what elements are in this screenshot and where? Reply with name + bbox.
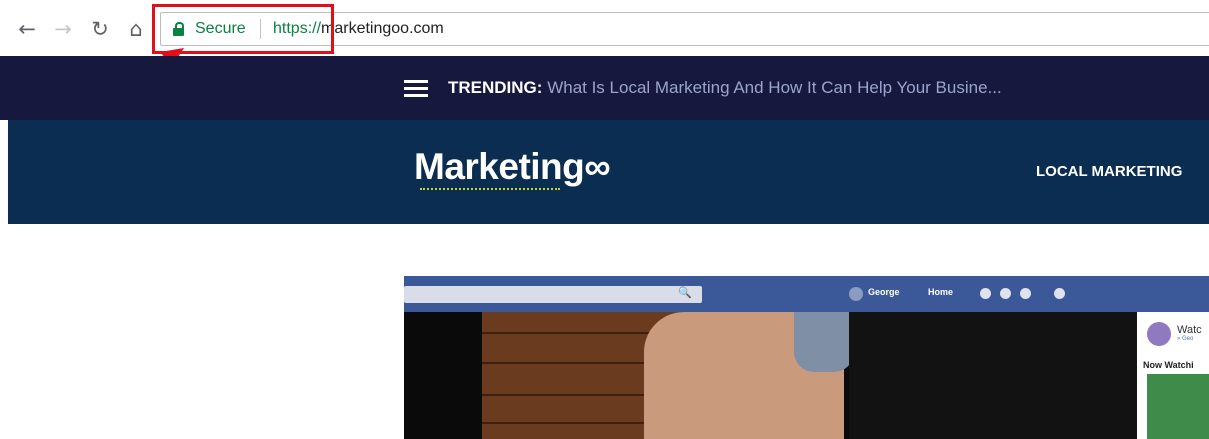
messages-icon [1000, 288, 1011, 299]
logo-underline [420, 188, 560, 190]
embedded-home-link: Home [928, 287, 954, 297]
logo-text: Marketing∞ [414, 146, 611, 187]
trending-headline[interactable]: What Is Local Marketing And How It Can H… [547, 78, 1002, 97]
help-icon [1054, 288, 1065, 299]
notifications-icon [1020, 288, 1031, 299]
embedded-search-field: 🔍 [404, 286, 702, 303]
side-subtitle: » Geo [1177, 336, 1194, 342]
url-host: marketingoo.com [321, 20, 444, 37]
avatar [849, 287, 863, 301]
search-icon: 🔍 [678, 286, 692, 299]
embedded-video [404, 312, 1137, 439]
now-watching-label: Now Watchi [1143, 360, 1194, 370]
side-thumbnail [1147, 374, 1209, 439]
nav-link-local-marketing[interactable]: LOCAL MARKETING [1036, 163, 1182, 180]
embedded-screenshot: 🔍 George Home Watc » Geo Now Watchi [404, 276, 1209, 439]
embedded-top-bar: 🔍 George Home [404, 276, 1209, 312]
site-logo[interactable]: Marketing∞ [414, 146, 611, 190]
embedded-side-panel: Watc » Geo Now Watchi [1137, 312, 1209, 439]
site-header: Marketing∞ LOCAL MARKETING [8, 120, 1209, 224]
side-title: Watc [1177, 324, 1202, 336]
trending-ticker[interactable]: TRENDING: What Is Local Marketing And Ho… [448, 78, 1002, 98]
trending-bar: TRENDING: What Is Local Marketing And Ho… [0, 56, 1209, 120]
video-dark-area [849, 312, 1137, 439]
side-avatar [1147, 322, 1171, 346]
hamburger-menu-icon[interactable] [404, 80, 428, 98]
trending-label: TRENDING: [448, 78, 543, 97]
friends-icon [980, 288, 991, 299]
embedded-user-name: George [868, 287, 900, 297]
video-scene-shorts [794, 312, 854, 372]
